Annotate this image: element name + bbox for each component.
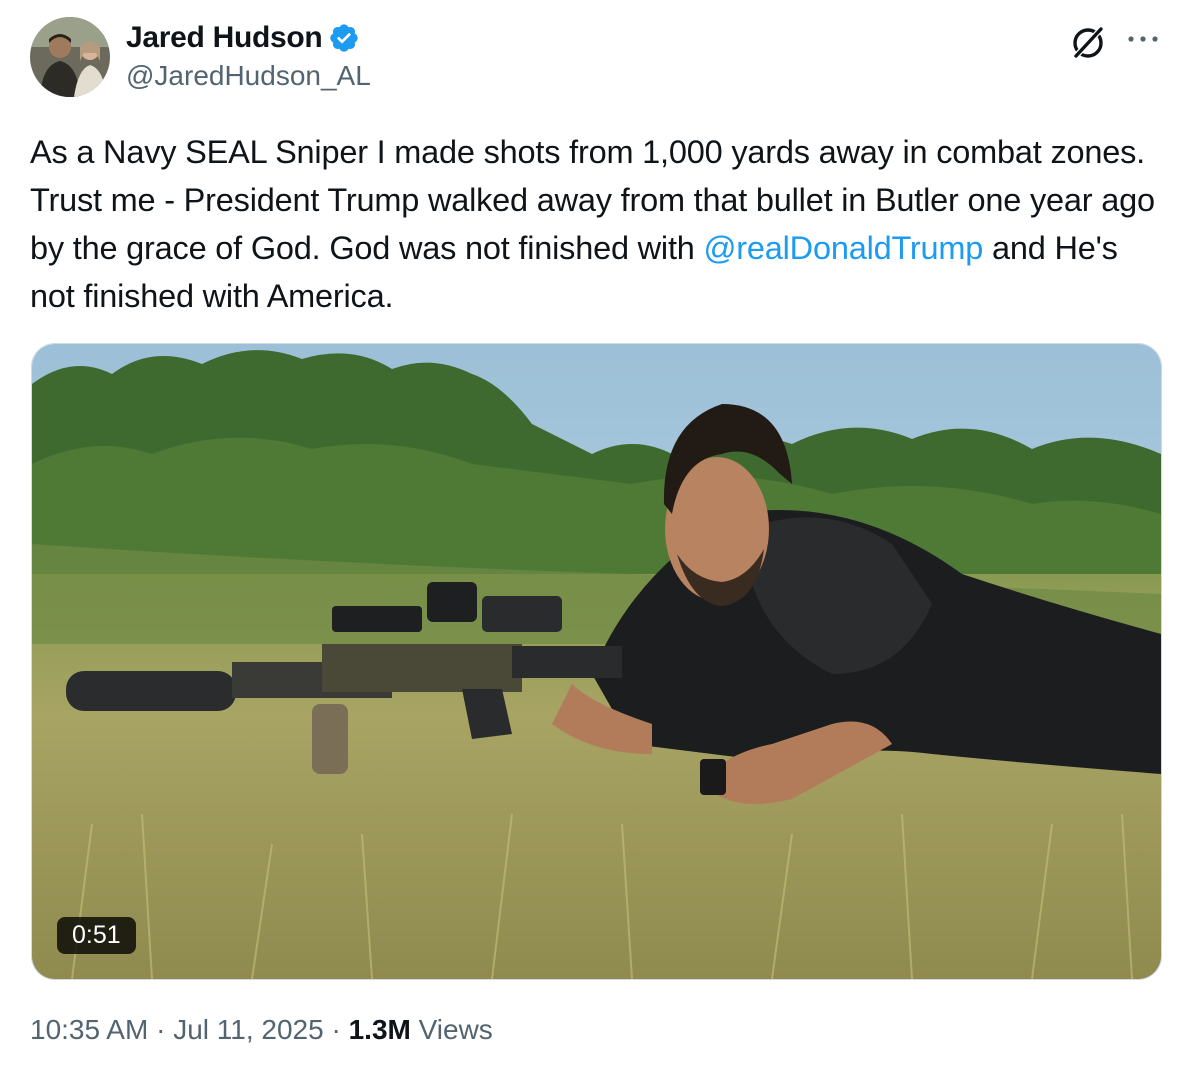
video-duration-badge: 0:51 [57,917,136,954]
mention-link[interactable]: @realDonaldTrump [703,230,983,266]
tweet-metadata: 10:35 AM · Jul 11, 2025 · 1.3M Views [30,1014,493,1046]
author-display-name[interactable]: Jared Hudson [126,21,323,55]
grok-icon[interactable] [1068,22,1108,62]
views-count[interactable]: 1.3M [349,1014,411,1045]
video-thumbnail [32,344,1161,979]
avatar-photo [30,17,110,97]
tweet-time[interactable]: 10:35 AM [30,1014,148,1045]
meta-separator: · [323,1014,349,1045]
author-handle[interactable]: @JaredHudson_AL [126,60,371,92]
more-horizontal-icon[interactable] [1124,28,1162,50]
author-name-row: Jared Hudson [126,20,360,56]
tweet-text: As a Navy SEAL Sniper I made shots from … [30,128,1170,320]
verified-badge-icon[interactable] [328,22,360,54]
meta-separator: · [148,1014,174,1045]
tweet: Jared Hudson @JaredHudson_AL As a Navy S… [0,0,1188,1065]
views-label: Views [410,1014,493,1045]
video-player[interactable]: 0:51 [31,343,1162,980]
tweet-date[interactable]: Jul 11, 2025 [173,1014,324,1045]
avatar[interactable] [30,17,110,97]
